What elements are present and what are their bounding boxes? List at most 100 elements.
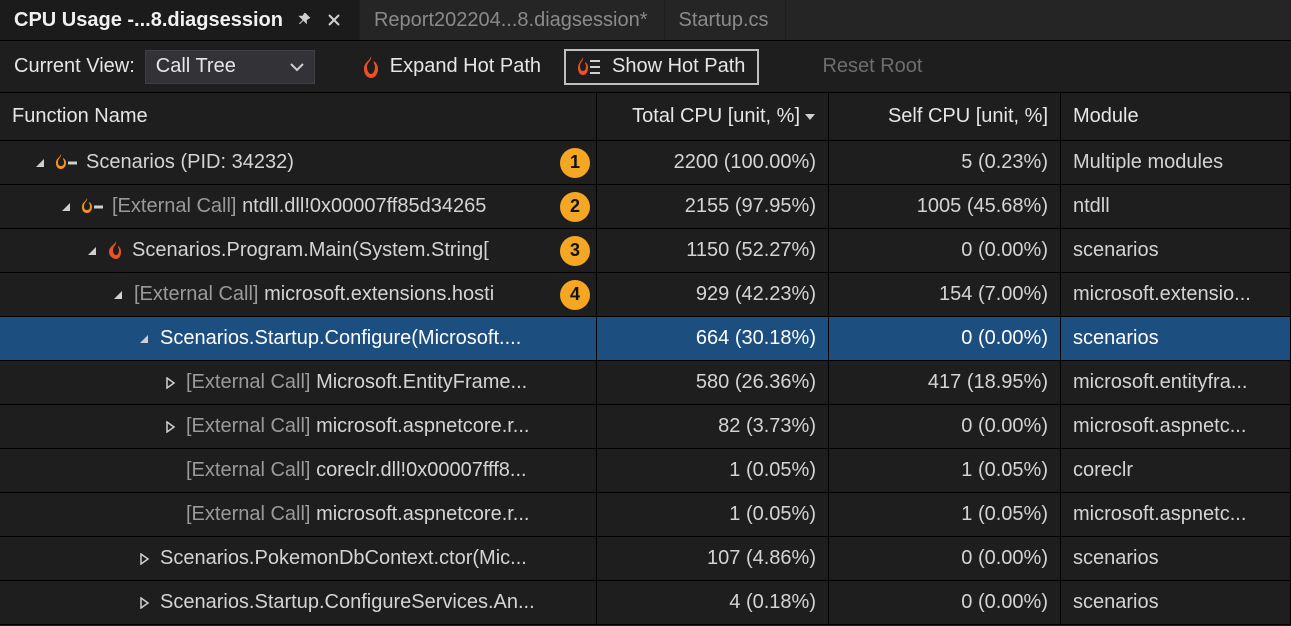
cell-self-cpu: 0 (0.00%) [829,405,1061,449]
button-label: Expand Hot Path [390,55,541,78]
cell-module: ntdll [1061,185,1291,229]
function-name-text: [External Call] ntdll.dll!0x00007ff85d34… [112,195,584,218]
annotation-callout: 1 [560,148,590,178]
button-label: Reset Root [822,55,922,78]
cell-total-cpu: 82 (3.73%) [597,405,829,449]
cell-function-name[interactable]: [External Call] coreclr.dll!0x00007fff8.… [0,449,597,493]
function-name-text: [External Call] coreclr.dll!0x00007fff8.… [186,459,584,482]
cell-total-cpu: 1150 (52.27%) [597,229,829,273]
cell-total-cpu: 4 (0.18%) [597,581,829,625]
cell-function-name[interactable]: Scenarios.Program.Main(System.String[3 [0,229,597,273]
cell-total-cpu: 929 (42.23%) [597,273,829,317]
cell-self-cpu: 0 (0.00%) [829,229,1061,273]
cell-function-name[interactable]: Scenarios.PokemonDbContext.ctor(Mic... [0,537,597,581]
twisty-collapsed-icon[interactable] [136,595,152,611]
cell-self-cpu: 1 (0.05%) [829,493,1061,537]
annotation-callout: 4 [560,280,590,310]
sort-desc-icon [804,112,816,122]
col-module[interactable]: Module [1061,93,1291,141]
tab-label: CPU Usage -...8.diagsession [14,9,283,32]
tab-label: Report202204...8.diagsession* [374,9,648,32]
cell-self-cpu: 0 (0.00%) [829,317,1061,361]
cell-self-cpu: 0 (0.00%) [829,581,1061,625]
tab-label: Startup.cs [679,9,769,32]
cell-total-cpu: 1 (0.05%) [597,493,829,537]
cell-total-cpu: 2155 (97.95%) [597,185,829,229]
cell-module: Multiple modules [1061,141,1291,185]
flame-path-icon [56,154,78,172]
button-label: Show Hot Path [612,55,745,78]
cell-module: scenarios [1061,317,1291,361]
function-name-text: Scenarios.Program.Main(System.String[ [132,239,584,262]
reset-root-button[interactable]: Reset Root [809,49,935,85]
twisty-none [162,507,178,523]
twisty-expanded-icon[interactable] [58,199,74,215]
chevron-down-icon [290,62,304,72]
col-function-name[interactable]: Function Name [0,93,597,141]
twisty-collapsed-icon[interactable] [136,551,152,567]
cell-module: microsoft.extensio... [1061,273,1291,317]
cell-self-cpu: 5 (0.23%) [829,141,1061,185]
cell-function-name[interactable]: [External Call] Microsoft.EntityFrame... [0,361,597,405]
function-name-text: Scenarios (PID: 34232) [86,151,584,174]
annotation-callout: 2 [560,192,590,222]
cell-self-cpu: 1005 (45.68%) [829,185,1061,229]
current-view-dropdown[interactable]: Call Tree [145,50,315,84]
cell-module: scenarios [1061,581,1291,625]
function-name-text: [External Call] microsoft.aspnetcore.r..… [186,415,584,438]
twisty-expanded-icon[interactable] [136,331,152,347]
cell-total-cpu: 107 (4.86%) [597,537,829,581]
cell-function-name[interactable]: Scenarios.Startup.Configure(Microsoft...… [0,317,597,361]
twisty-collapsed-icon[interactable] [162,375,178,391]
cell-module: coreclr [1061,449,1291,493]
cell-total-cpu: 580 (26.36%) [597,361,829,405]
annotation-callout: 3 [560,236,590,266]
close-icon[interactable] [325,11,343,29]
call-tree-table: Function Name Total CPU [unit, %] Self C… [0,92,1291,625]
col-self-cpu[interactable]: Self CPU [unit, %] [829,93,1061,141]
cell-self-cpu: 154 (7.00%) [829,273,1061,317]
cell-self-cpu: 417 (18.95%) [829,361,1061,405]
twisty-expanded-icon[interactable] [84,243,100,259]
cell-module: scenarios [1061,229,1291,273]
col-total-cpu[interactable]: Total CPU [unit, %] [597,93,829,141]
tab-report[interactable]: Report202204...8.diagsession* [360,0,665,40]
toolbar: Current View: Call Tree Expand Hot Path … [0,40,1291,92]
cell-function-name[interactable]: [External Call] microsoft.aspnetcore.r..… [0,493,597,537]
cell-function-name[interactable]: [External Call] ntdll.dll!0x00007ff85d34… [0,185,597,229]
function-name-text: Scenarios.Startup.ConfigureServices.An..… [160,591,584,614]
cell-function-name[interactable]: Scenarios.Startup.ConfigureServices.An..… [0,581,597,625]
twisty-none [162,463,178,479]
function-name-text: Scenarios.Startup.Configure(Microsoft...… [160,327,584,350]
cell-function-name[interactable]: [External Call] microsoft.extensions.hos… [0,273,597,317]
cell-total-cpu: 2200 (100.00%) [597,141,829,185]
cell-self-cpu: 0 (0.00%) [829,537,1061,581]
flame-path-icon [578,57,602,77]
cell-module: microsoft.aspnetc... [1061,493,1291,537]
tab-startup-cs[interactable]: Startup.cs [665,0,786,40]
tab-cpu-usage[interactable]: CPU Usage -...8.diagsession [0,0,360,40]
cell-function-name[interactable]: [External Call] microsoft.aspnetcore.r..… [0,405,597,449]
function-name-text: [External Call] microsoft.aspnetcore.r..… [186,503,584,526]
pin-icon[interactable] [295,11,313,29]
tab-bar: CPU Usage -...8.diagsession Report202204… [0,0,1291,40]
function-name-text: [External Call] Microsoft.EntityFrame... [186,371,584,394]
flame-icon [108,241,124,261]
cell-function-name[interactable]: Scenarios (PID: 34232)1 [0,141,597,185]
dropdown-value: Call Tree [156,55,236,78]
cell-module: scenarios [1061,537,1291,581]
expand-hot-path-button[interactable]: Expand Hot Path [349,49,554,85]
twisty-expanded-icon[interactable] [110,287,126,303]
cell-module: microsoft.entityfra... [1061,361,1291,405]
function-name-text: [External Call] microsoft.extensions.hos… [134,283,584,306]
cell-total-cpu: 664 (30.18%) [597,317,829,361]
flame-path-icon [82,198,104,216]
cell-module: microsoft.aspnetc... [1061,405,1291,449]
flame-icon [362,56,380,78]
twisty-expanded-icon[interactable] [32,155,48,171]
show-hot-path-button[interactable]: Show Hot Path [564,49,759,85]
cell-total-cpu: 1 (0.05%) [597,449,829,493]
current-view-label: Current View: [14,55,135,78]
twisty-collapsed-icon[interactable] [162,419,178,435]
cell-self-cpu: 1 (0.05%) [829,449,1061,493]
